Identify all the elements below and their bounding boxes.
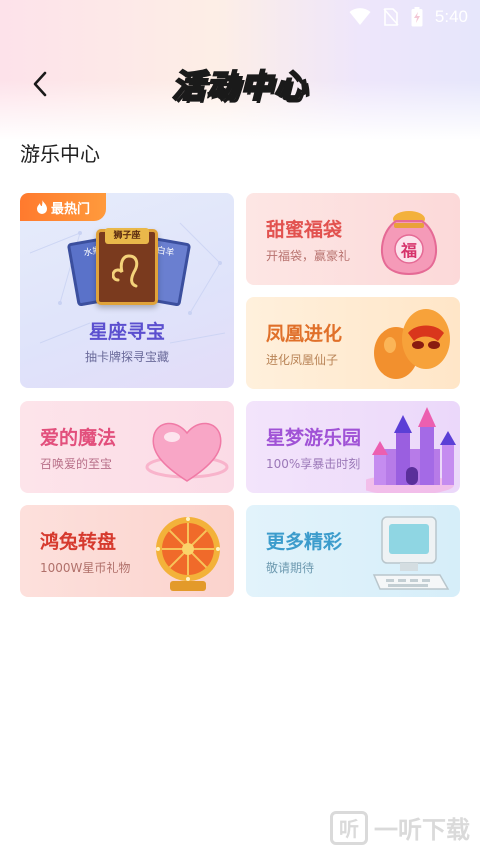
status-bar: 5:40 (0, 0, 480, 34)
wifi-icon (349, 8, 371, 25)
card-title: 星梦游乐园 (266, 427, 362, 449)
card-subtitle: 进化凤凰仙子 (266, 353, 339, 367)
navigation-bar: 活动中心 (0, 56, 480, 112)
watermark-logo: 听 (330, 810, 368, 845)
card-hongtu-zhuanpan[interactable]: 鸿兔转盘 1000W星币礼物 (20, 505, 234, 597)
card-gengduo-jingcai[interactable]: 更多精彩 敬请期待 (246, 505, 460, 597)
card-subtitle: 召唤爱的至宝 (40, 457, 113, 471)
card-title: 更多精彩 (266, 531, 343, 553)
card-title: 凤凰进化 (266, 323, 343, 345)
hot-badge: 最热门 (20, 193, 106, 221)
card-title: 星座寻宝 (88, 321, 165, 343)
card-aide-mofa[interactable]: 爱的魔法 召唤爱的至宝 (20, 401, 234, 493)
card-subtitle: 抽卡牌探寻宝藏 (84, 350, 169, 364)
computer-icon (372, 516, 450, 590)
back-button[interactable] (24, 68, 56, 100)
card-subtitle: 开福袋，赢豪礼 (266, 249, 351, 263)
chevron-left-icon (33, 71, 47, 97)
page-title: 活动中心 (171, 66, 308, 106)
status-time: 5:40 (434, 7, 468, 26)
flame-icon (36, 200, 47, 214)
card-subtitle: 100%享暴击时刻 (266, 457, 361, 471)
watermark: 听 一听下载 (330, 810, 470, 845)
card-tianmi-fudai[interactable]: 甜蜜福袋 开福袋，赢豪礼 福 (246, 193, 460, 285)
battery-charging-icon (411, 7, 423, 27)
leo-symbol-icon (112, 254, 139, 288)
card-subtitle: 敬请期待 (266, 561, 315, 575)
crystal-heart-icon (145, 422, 229, 482)
lucky-bag-label: 福 (400, 241, 417, 260)
tarot-card-center: 狮子座 (96, 228, 158, 305)
tarot-card-label: 狮子座 (105, 228, 149, 244)
card-fenghuang-jinhua[interactable]: 凤凰进化 进化凤凰仙子 (246, 297, 460, 389)
hot-badge-label: 最热门 (50, 201, 90, 217)
card-title: 甜蜜福袋 (266, 219, 343, 241)
card-title: 爱的魔法 (40, 427, 117, 449)
card-subtitle: 1000W星币礼物 (40, 561, 131, 575)
watermark-text: 一听下载 (374, 816, 470, 844)
no-sim-icon (383, 8, 399, 26)
card-xingzuo-xunbao[interactable]: 最热门 水瓶 白羊 狮子座 星座寻宝 抽卡牌探寻宝藏 (20, 193, 234, 388)
section-title: 游乐中心 (20, 142, 100, 166)
phoenix-egg-icon (374, 309, 450, 379)
card-title: 鸿兔转盘 (40, 531, 117, 553)
castle-icon (366, 407, 456, 493)
card-xingmeng-youleyuan[interactable]: 星梦游乐园 100%享暴击时刻 (246, 401, 460, 493)
prize-wheel-icon (156, 517, 220, 591)
